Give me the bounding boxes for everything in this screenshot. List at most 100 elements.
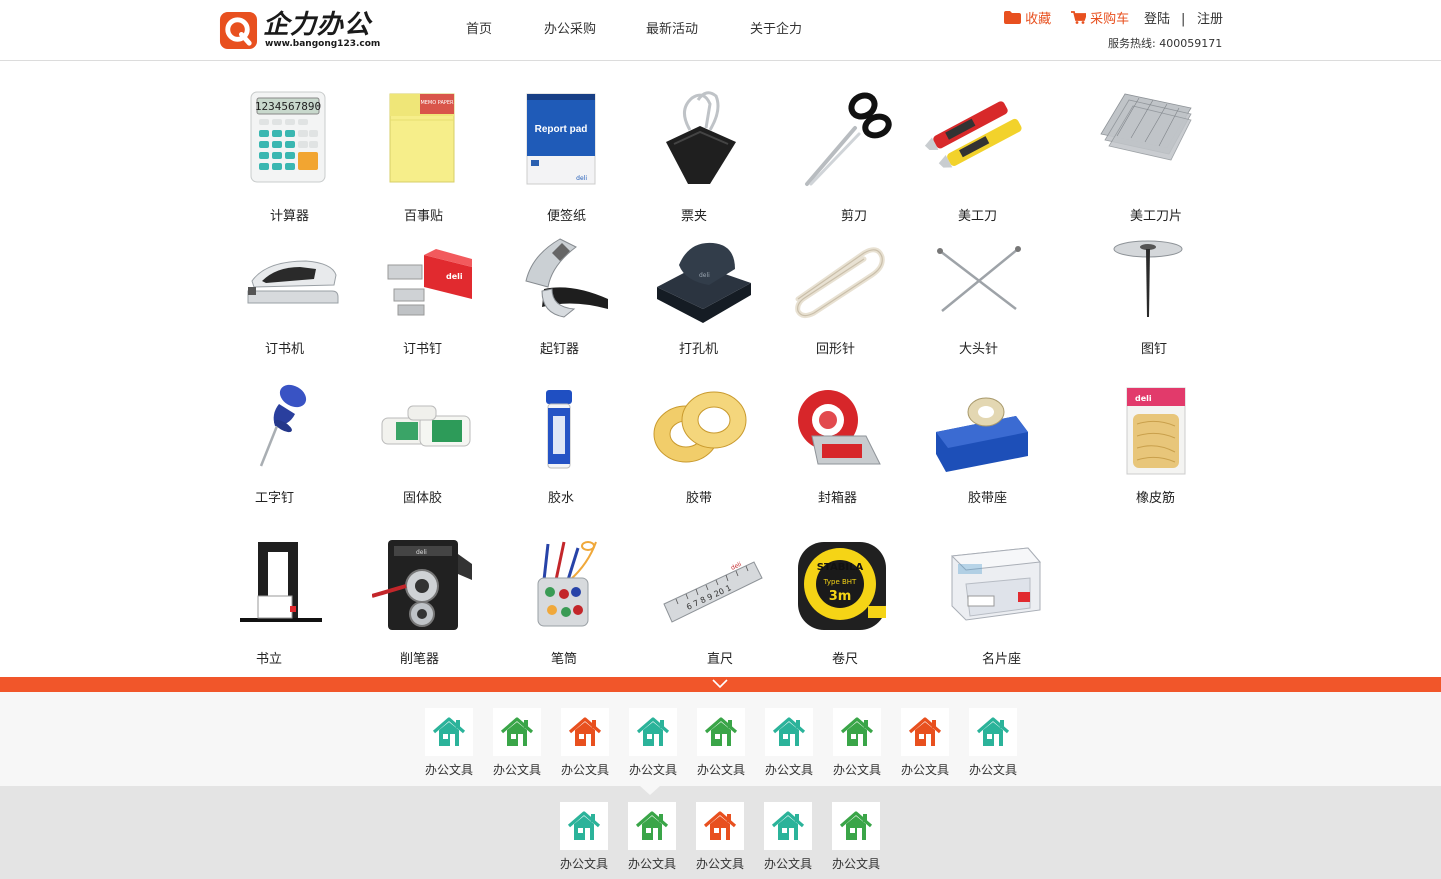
product-liquid-glue[interactable]: 胶水 — [506, 374, 616, 506]
product-tape[interactable]: 胶带 — [644, 374, 754, 506]
product-stapler[interactable]: 订书机 — [236, 225, 346, 357]
tape-dispenser-icon — [798, 390, 881, 465]
category-icon-box — [629, 708, 677, 756]
user-bar-divider: | — [1181, 12, 1186, 27]
login-link[interactable]: 登陆 — [1144, 10, 1170, 30]
product-bookend[interactable]: 书立 — [222, 534, 332, 667]
pencil-sharpener-icon: deli — [371, 540, 472, 630]
category-tile[interactable]: 办公文具 — [963, 708, 1023, 778]
product-pencil-sharpener[interactable]: deli 削笔器 — [371, 534, 482, 667]
utility-knife-icon — [924, 101, 1022, 168]
tape-holder-icon — [936, 397, 1028, 472]
product-staple-remover[interactable]: 起钉器 — [512, 225, 622, 357]
category-tile[interactable]: 办公文具 — [554, 802, 614, 872]
category-label: 办公文具 — [560, 763, 609, 777]
product-label: 胶带座 — [968, 491, 1008, 506]
product-label: 百事贴 — [404, 209, 444, 224]
product-pen-holder[interactable]: 笔筒 — [508, 534, 618, 667]
product-label: 订书钉 — [403, 342, 443, 357]
chevron-down-icon[interactable] — [712, 679, 728, 689]
home-icon — [908, 717, 942, 746]
home-icon — [704, 717, 738, 746]
product-glue-stick[interactable]: 固体胶 — [370, 374, 480, 506]
product-label: 订书机 — [265, 342, 305, 357]
category-tile[interactable]: 办公文具 — [419, 708, 479, 778]
svg-text:deli: deli — [1135, 394, 1152, 403]
category-icon-box — [425, 708, 473, 756]
category-label: 办公文具 — [831, 857, 880, 871]
favorites-link[interactable]: 收藏 — [1004, 10, 1051, 30]
product-label: 直尺 — [707, 652, 734, 667]
category-label: 办公文具 — [559, 857, 608, 871]
category-label: 办公文具 — [900, 763, 949, 777]
report-pad-icon: Report pad deli — [526, 93, 596, 185]
staples-icon: deli — [387, 249, 472, 316]
product-ruler[interactable]: 6 7 8 9 20 1 deli 直尺 — [658, 534, 768, 667]
category-label: 办公文具 — [968, 763, 1017, 777]
category-tile[interactable]: 办公文具 — [487, 708, 547, 778]
product-hole-punch[interactable]: deli 打孔机 — [649, 225, 759, 357]
category-tile[interactable]: 办公文具 — [691, 708, 751, 778]
product-label: 胶带 — [686, 491, 713, 506]
nav-item-home[interactable]: 首页 — [466, 19, 492, 41]
category-tile[interactable]: 办公文具 — [758, 802, 818, 872]
product-notepad[interactable]: Report pad deli 便签纸 — [505, 80, 615, 224]
product-card-holder[interactable]: 名片座 — [940, 534, 1050, 667]
product-label: 书立 — [256, 652, 283, 667]
category-tile[interactable]: 办公文具 — [623, 708, 683, 778]
category-label: 办公文具 — [695, 857, 744, 871]
product-binder-clip[interactable]: 票夹 — [648, 80, 758, 224]
home-icon — [635, 811, 669, 840]
home-icon — [771, 811, 805, 840]
category-icon-box — [697, 708, 745, 756]
product-label: 固体胶 — [403, 491, 443, 506]
category-tile[interactable]: 办公文具 — [555, 708, 615, 778]
glue-stick-icon — [381, 405, 471, 447]
stapler-icon — [247, 260, 339, 304]
category-tile[interactable]: 办公文具 — [895, 708, 955, 778]
product-tape-holder[interactable]: 胶带座 — [924, 374, 1034, 506]
category-label: 办公文具 — [628, 763, 677, 777]
staple-remover-icon — [525, 238, 608, 318]
category-label: 办公文具 — [696, 763, 745, 777]
product-thumbtack[interactable]: 图钉 — [1092, 225, 1202, 357]
push-pin-icon — [259, 384, 307, 467]
product-staples[interactable]: deli 订书钉 — [374, 225, 484, 357]
product-utility-knife[interactable]: 美工刀 — [922, 80, 1032, 224]
nav-item-about[interactable]: 关于企力 — [750, 19, 802, 41]
product-scissors[interactable]: 剪刀 — [793, 80, 903, 224]
category-tile[interactable]: 办公文具 — [826, 802, 886, 872]
folder-icon — [1004, 11, 1021, 24]
register-link[interactable]: 注册 — [1197, 10, 1223, 30]
category-label: 办公文具 — [424, 763, 473, 777]
product-paper-clip[interactable]: 回形针 — [780, 225, 890, 357]
product-sticky-notes[interactable]: MEMO PAPER 百事贴 — [366, 80, 476, 224]
category-tile[interactable]: 办公文具 — [827, 708, 887, 778]
category-label: 办公文具 — [763, 857, 812, 871]
nav-item-latest-events[interactable]: 最新活动 — [646, 19, 698, 41]
product-push-pin[interactable]: 工字钉 — [231, 374, 341, 506]
product-calculator[interactable]: 1234567890 计算器 — [233, 80, 343, 224]
product-label: 美工刀片 — [1130, 209, 1183, 224]
tape-measure-type: Type BHT — [823, 578, 857, 586]
pen-holder-icon — [537, 541, 597, 627]
home-icon — [976, 717, 1010, 746]
product-knife-blades[interactable]: 美工刀片 — [1091, 80, 1201, 224]
product-rubber-bands[interactable]: deli 橡皮筋 — [1101, 374, 1211, 506]
nav-item-office-purchase[interactable]: 办公采购 — [544, 19, 596, 41]
product-pins[interactable]: 大头针 — [924, 225, 1034, 357]
category-icon-box — [560, 802, 608, 850]
category-label: 办公文具 — [492, 763, 541, 777]
cart-link[interactable]: 采购车 — [1071, 10, 1129, 30]
category-tile[interactable]: 办公文具 — [690, 802, 750, 872]
logo-url: www.bangong123.com — [265, 39, 381, 49]
product-tape-dispenser[interactable]: 封箱器 — [782, 374, 892, 506]
home-icon — [500, 717, 534, 746]
product-tape-measure[interactable]: STABILA Type BHT 3m 卷尺 — [786, 534, 896, 667]
site-logo[interactable]: 企力办公 www.bangong123.com — [219, 8, 389, 52]
product-label: 起钉器 — [540, 342, 580, 357]
product-label: 封箱器 — [818, 491, 858, 506]
category-tile[interactable]: 办公文具 — [759, 708, 819, 778]
category-tile[interactable]: 办公文具 — [622, 802, 682, 872]
ruler-icon: 6 7 8 9 20 1 deli — [663, 561, 763, 623]
